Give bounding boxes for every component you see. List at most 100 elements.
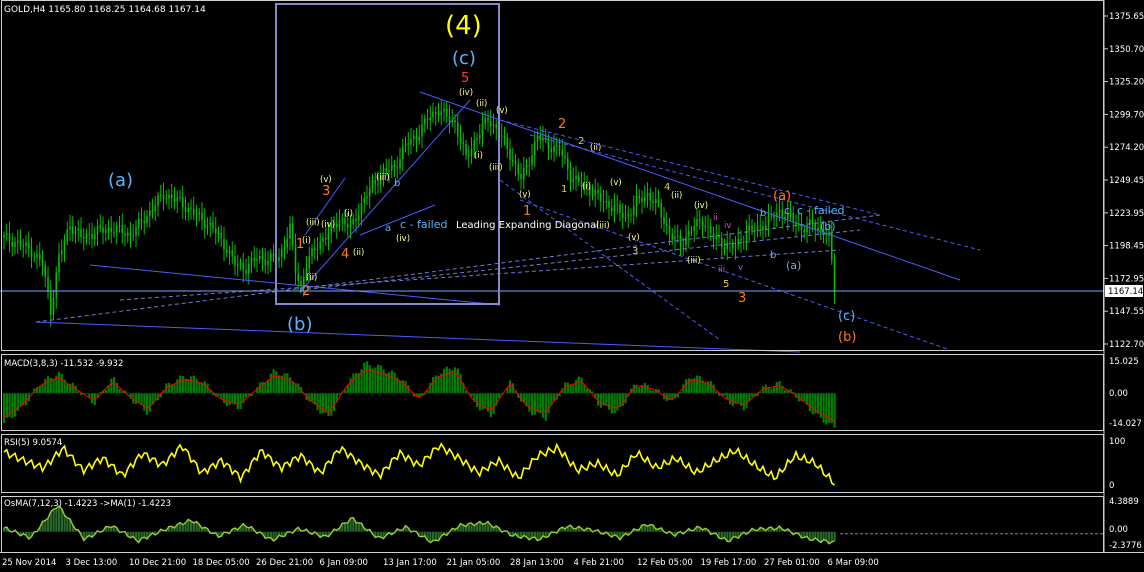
candle-body [242,263,245,271]
candle-body [223,238,225,250]
candle-body [396,167,399,169]
candle-body [737,238,740,246]
candle-body [198,212,201,215]
osma-axis-label: -2.3776 [1109,541,1142,551]
candle-body [225,249,228,254]
candle-body [283,247,286,250]
roman-wave-label: (iv) [694,201,708,211]
candle-body [267,260,269,266]
candle-body [22,245,25,247]
candle-body [621,213,624,218]
macd-bar [445,366,448,394]
candle-body [528,164,531,166]
candle-body [88,233,91,235]
candle-body [412,136,415,139]
rsi-label: RSI(5) 9.0574 [4,438,62,448]
c-failed-label: c - failed [400,218,448,231]
panel-frames [0,0,1144,553]
candle-body [740,238,742,242]
candle-body [577,175,580,182]
candle-body [104,230,107,233]
candle-body [236,264,239,266]
candle-body [231,250,234,257]
macd-bar [60,373,63,394]
time-tick-label: 18 Dec 05:00 [193,558,250,568]
macd-bar [745,393,748,408]
osma-bar [346,522,349,532]
wave-c-bottom-label: (c) [838,309,855,324]
time-tick-label: 28 Jan 13:00 [510,558,564,568]
macd-bar [126,392,129,394]
candle-body [693,226,696,231]
osma-bar [833,531,836,541]
candle-body [520,174,522,180]
candle-body [423,118,426,125]
candle-body [421,124,423,137]
candle-body [363,198,366,203]
leading-diagonal-label: Leading Expanding Diagonal [456,220,599,231]
macd-bar [803,393,806,401]
minor-wave-label: iv [724,221,731,231]
macd-bar [685,379,688,394]
macd-bar [456,368,459,394]
candle-body [388,170,390,172]
wave-2-label: 2 [302,284,310,299]
macd-bar [66,383,69,394]
candle-body [660,202,663,218]
osma-bar [63,515,66,532]
candle-body [517,164,520,175]
macd-bar [91,393,94,404]
macd-bar [47,376,50,394]
wave-b-label: b [760,208,766,219]
macd-bar [313,393,316,405]
candle-body [514,161,517,165]
candle-body [113,232,115,234]
trading-chart[interactable]: GOLD,H4 1165.80 1168.25 1164.68 1167.14 1… [0,0,1144,572]
time-tick-label: 10 Dec 21:00 [129,558,186,568]
macd-bar [140,393,143,405]
candle-body [467,155,470,157]
candle-body [170,194,173,199]
roman-wave-label: (ii) [671,191,682,201]
macd-bar [599,393,602,408]
candle-body [566,158,569,170]
candle-body [280,249,283,258]
candle-body [269,253,272,261]
candle-body [597,189,599,194]
time-tick-label: 12 Feb 05:00 [637,558,693,568]
osma-bar [190,521,193,532]
candle-body [465,143,467,156]
candle-body [322,238,324,242]
osma-bar [531,531,534,538]
roman-wave-label: (i) [302,236,311,246]
roman-wave-label: (i) [344,209,353,219]
candle-body [289,223,291,239]
candle-body [407,143,410,145]
candle-body [454,119,456,123]
time-tick-label: 25 Nov 2014 [2,558,56,568]
candle-body [8,233,11,242]
candle-body [478,135,481,139]
candle-body [489,120,492,127]
roman-wave-label: (iii) [489,163,503,173]
candle-body [676,235,679,237]
candle-body [437,113,440,116]
candle-body [393,164,396,168]
price-tick-label: 1350.70 [1109,45,1144,55]
candle-body [349,224,352,228]
roman-wave-label: (iv) [459,88,473,98]
candle-body [459,136,462,143]
trendline [35,321,801,353]
candle-body [825,234,828,236]
macd-bar [822,393,825,423]
candle-body [484,117,487,124]
candle-body [503,136,506,138]
candle-body [547,138,550,149]
candle-body [572,179,575,182]
roman-wave-label: (v) [519,190,531,200]
rsi-line [3,442,835,486]
roman-wave-label: (v) [628,233,640,243]
macd-bar [14,393,17,417]
candle-body [385,168,388,172]
candle-body [410,138,412,145]
